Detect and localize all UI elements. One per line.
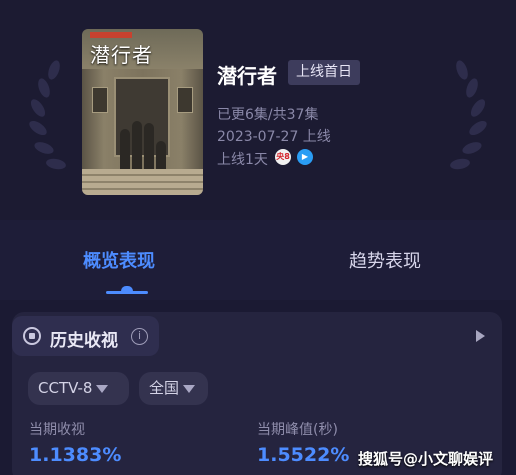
info-icon[interactable]: i <box>131 328 148 345</box>
tab-indicator <box>106 291 148 294</box>
poster-figure <box>156 141 166 171</box>
laurel-left-icon <box>29 60 66 170</box>
poster-figure <box>120 129 130 171</box>
episode-count: 已更6集/共37集 <box>217 107 319 123</box>
poster-title: 潜行者 <box>90 43 153 67</box>
play-arrow-icon[interactable] <box>476 330 485 342</box>
chevron-down-icon <box>96 384 109 393</box>
rating-history-icon <box>23 327 41 345</box>
show-poster[interactable]: 潜行者 <box>82 29 203 195</box>
poster-tag <box>90 32 132 38</box>
peak-value: 1.5522% <box>257 444 350 466</box>
region-value: 全国 <box>149 379 180 397</box>
chevron-down-icon <box>183 384 196 393</box>
cctv8-logo-icon: 央8 <box>275 149 291 165</box>
period-rating-value: 1.1383% <box>29 444 122 466</box>
show-title: 潜行者 <box>217 64 277 88</box>
laurel-right-icon <box>450 60 487 170</box>
period-rating-label: 当期收视 <box>29 422 85 438</box>
poster-steps <box>82 169 203 195</box>
tab-overview[interactable]: 概览表现 <box>83 247 155 273</box>
channel-dropdown[interactable]: CCTV-8 <box>28 372 129 405</box>
release-date: 2023-07-27 上线 <box>217 129 331 145</box>
poster-figure <box>132 121 142 171</box>
status-badge: 上线首日 <box>288 60 360 85</box>
tab-trend[interactable]: 趋势表现 <box>349 247 421 273</box>
channel-value: CCTV-8 <box>38 379 93 397</box>
section-title: 历史收视 <box>50 331 118 351</box>
tab-bar: 概览表现 趋势表现 <box>0 220 516 300</box>
poster-window <box>177 87 193 113</box>
peak-label: 当期峰值(秒) <box>257 422 338 438</box>
poster-window <box>92 87 108 113</box>
watermark: 搜狐号@小文聊娱评 <box>358 450 494 468</box>
iqiyi-logo-icon: ▶ <box>297 149 313 165</box>
poster-figure <box>144 123 154 171</box>
online-days: 上线1天 <box>217 152 268 168</box>
region-dropdown[interactable]: 全国 <box>139 372 208 405</box>
